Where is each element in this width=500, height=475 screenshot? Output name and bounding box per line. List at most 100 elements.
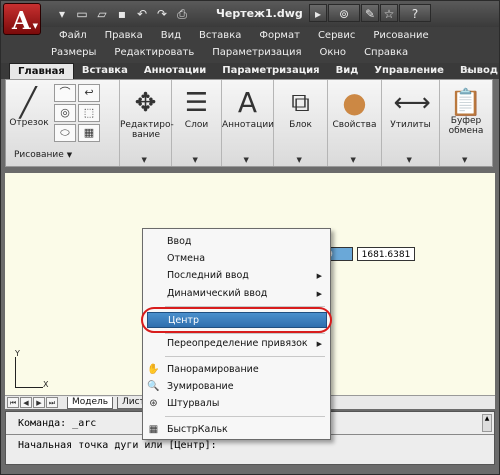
menu-item-label: БыстрКальк bbox=[167, 424, 228, 435]
menu-item-label: Панорамирование bbox=[167, 364, 259, 375]
menu-item-pan[interactable]: ✋ Панорамирование bbox=[143, 362, 330, 378]
tab-parametric[interactable]: Параметризация bbox=[214, 63, 327, 79]
rectangle-icon[interactable]: ↩ bbox=[78, 84, 100, 102]
autocad-logo-icon: A bbox=[12, 6, 31, 35]
menu-separator bbox=[165, 416, 325, 417]
block-icon: ⧉ bbox=[291, 88, 310, 118]
chevron-down-icon: ▼ bbox=[462, 156, 468, 164]
menu-row-2: Размеры Редактировать Параметризация Окн… bbox=[51, 47, 426, 58]
binoculars-icon[interactable]: ⊚ bbox=[328, 4, 360, 22]
draw-tools-grid: ⌒ ↩ ◎ ⬚ ⬭ ▦ bbox=[54, 84, 100, 142]
text-icon: A bbox=[237, 86, 258, 119]
redo-icon[interactable]: ↷ bbox=[153, 5, 171, 23]
menu-item-snap-overrides[interactable]: Переопределение привязок ▶ bbox=[143, 336, 330, 352]
menu-draw[interactable]: Рисование bbox=[373, 30, 428, 41]
chevron-down-icon: ▼ bbox=[406, 156, 412, 164]
plot-icon[interactable]: ⎙ bbox=[173, 5, 191, 23]
menu-item-recent-input[interactable]: Последний ввод ▶ bbox=[143, 268, 330, 284]
menu-bar: Файл Правка Вид Вставка Формат Сервис Ри… bbox=[1, 27, 499, 63]
tab-view[interactable]: Вид bbox=[328, 63, 367, 79]
menu-format[interactable]: Формат bbox=[259, 30, 300, 41]
next-tab-icon[interactable]: ▶ bbox=[33, 397, 45, 408]
menu-help[interactable]: Справка bbox=[364, 47, 408, 58]
tab-home[interactable]: Главная bbox=[9, 63, 74, 79]
layers-group[interactable]: ☰ Слои ▼ bbox=[172, 80, 222, 166]
menu-insert[interactable]: Вставка bbox=[199, 30, 241, 41]
modify-group[interactable]: ✥ Редактиро-вание ▼ bbox=[120, 80, 174, 166]
menu-item-label: Отмена bbox=[167, 253, 206, 264]
region-icon[interactable]: ▦ bbox=[78, 124, 100, 142]
annotation-label: Аннотации bbox=[222, 120, 275, 130]
pan-hand-icon: ✋ bbox=[147, 364, 160, 375]
line-icon[interactable]: ╱ bbox=[11, 86, 45, 120]
polyline-icon[interactable]: ⌒ bbox=[54, 84, 76, 102]
command-prompt[interactable]: Начальная точка дуги или [Центр]: bbox=[18, 440, 217, 451]
chevron-down-icon: ▼ bbox=[32, 22, 38, 30]
tab-annotate[interactable]: Аннотации bbox=[136, 63, 214, 79]
circle-icon[interactable]: ◎ bbox=[54, 104, 76, 122]
color-wheel-icon: ● bbox=[342, 86, 367, 119]
menu-window[interactable]: Окно bbox=[319, 47, 346, 58]
hatch-icon[interactable]: ⬚ bbox=[78, 104, 100, 122]
ellipse-icon[interactable]: ⬭ bbox=[54, 124, 76, 142]
properties-group[interactable]: ● Свойства ▼ bbox=[328, 80, 382, 166]
menu-item-zoom[interactable]: 🔍 Зумирование bbox=[143, 379, 330, 395]
last-tab-icon[interactable]: ⏭ bbox=[46, 397, 58, 408]
ucs-x-label: X bbox=[43, 380, 49, 389]
menu-view[interactable]: Вид bbox=[161, 30, 181, 41]
line-button-label[interactable]: Отрезок bbox=[6, 118, 52, 128]
autocad-window: ▾ ▭ ▱ ▪ ↶ ↷ ⎙ Чертеж1.dwg ▸ ⊚ ✎ ☆ ? A ▼ … bbox=[0, 0, 500, 475]
layout-tab-nav: ⏮ ◀ ▶ ⏭ bbox=[7, 397, 58, 408]
draw-group-title[interactable]: Рисование ▼ bbox=[14, 150, 104, 164]
clipboard-group[interactable]: 📋 Буфер обмена ▼ bbox=[440, 80, 492, 166]
tab-model[interactable]: Модель bbox=[67, 397, 114, 409]
context-menu: Ввод Отмена Последний ввод ▶ Динамически… bbox=[142, 228, 331, 440]
chevron-down-icon: ▼ bbox=[243, 156, 249, 164]
clipboard-label: Буфер обмена bbox=[448, 116, 484, 136]
measure-icon: ⟷ bbox=[393, 88, 431, 118]
menu-item-label: Последний ввод bbox=[167, 270, 249, 281]
menu-separator bbox=[165, 333, 325, 334]
draw-group-label: Рисование bbox=[14, 150, 64, 160]
block-group[interactable]: ⧉ Блок ▼ bbox=[274, 80, 328, 166]
menu-dimensions[interactable]: Размеры bbox=[51, 47, 96, 58]
menu-item-steering-wheels[interactable]: ⊛ Штурвалы bbox=[143, 396, 330, 412]
application-menu-button[interactable]: A ▼ bbox=[3, 3, 41, 35]
submenu-arrow-icon: ▶ bbox=[316, 290, 322, 298]
wrench-icon[interactable]: ✎ bbox=[361, 4, 379, 22]
undo-icon[interactable]: ↶ bbox=[133, 5, 151, 23]
tab-insert[interactable]: Вставка bbox=[74, 63, 136, 79]
calculator-icon: ▦ bbox=[148, 424, 159, 435]
star-icon[interactable]: ☆ bbox=[380, 4, 398, 22]
title-bar: ▾ ▭ ▱ ▪ ↶ ↷ ⎙ Чертеж1.dwg ▸ ⊚ ✎ ☆ ? bbox=[1, 1, 499, 27]
command-scroll-up-icon[interactable]: ▲ bbox=[482, 414, 492, 432]
annotation-group[interactable]: A Аннотации ▼ bbox=[222, 80, 274, 166]
move-icon: ✥ bbox=[134, 88, 157, 118]
menu-item-enter[interactable]: Ввод bbox=[143, 234, 330, 250]
menu-edit[interactable]: Правка bbox=[105, 30, 143, 41]
menu-tools[interactable]: Сервис bbox=[318, 30, 355, 41]
play-icon[interactable]: ▸ bbox=[309, 4, 327, 22]
utilities-group[interactable]: ⟷ Утилиты ▼ bbox=[382, 80, 440, 166]
prev-tab-icon[interactable]: ◀ bbox=[20, 397, 32, 408]
menu-modify[interactable]: Редактировать bbox=[114, 47, 194, 58]
dropdown-arrow-icon[interactable]: ▾ bbox=[53, 5, 71, 23]
help-icon[interactable]: ? bbox=[399, 4, 431, 22]
first-tab-icon[interactable]: ⏮ bbox=[7, 397, 19, 408]
quick-access-toolbar: ▾ ▭ ▱ ▪ ↶ ↷ ⎙ bbox=[53, 5, 191, 23]
chevron-down-icon: ▼ bbox=[350, 156, 356, 164]
menu-item-cancel[interactable]: Отмена bbox=[143, 251, 330, 267]
tab-output[interactable]: Вывод bbox=[452, 63, 500, 79]
menu-item-dynamic-input[interactable]: Динамический ввод ▶ bbox=[143, 286, 330, 302]
save-icon[interactable]: ▪ bbox=[113, 5, 131, 23]
submenu-arrow-icon: ▶ bbox=[316, 340, 322, 348]
ribbon-minimize-icon[interactable]: ▭ bbox=[460, 66, 469, 76]
menu-item-label: Переопределение привязок bbox=[167, 338, 308, 349]
menu-item-quickcalc[interactable]: ▦ БыстрКальк bbox=[143, 422, 330, 438]
open-folder-icon[interactable]: ▱ bbox=[93, 5, 111, 23]
tab-manage[interactable]: Управление bbox=[366, 63, 452, 79]
new-file-icon[interactable]: ▭ bbox=[73, 5, 91, 23]
dynamic-input-y[interactable]: 1681.6381 bbox=[357, 247, 415, 261]
menu-parametric[interactable]: Параметризация bbox=[212, 47, 301, 58]
menu-file[interactable]: Файл bbox=[59, 30, 87, 41]
